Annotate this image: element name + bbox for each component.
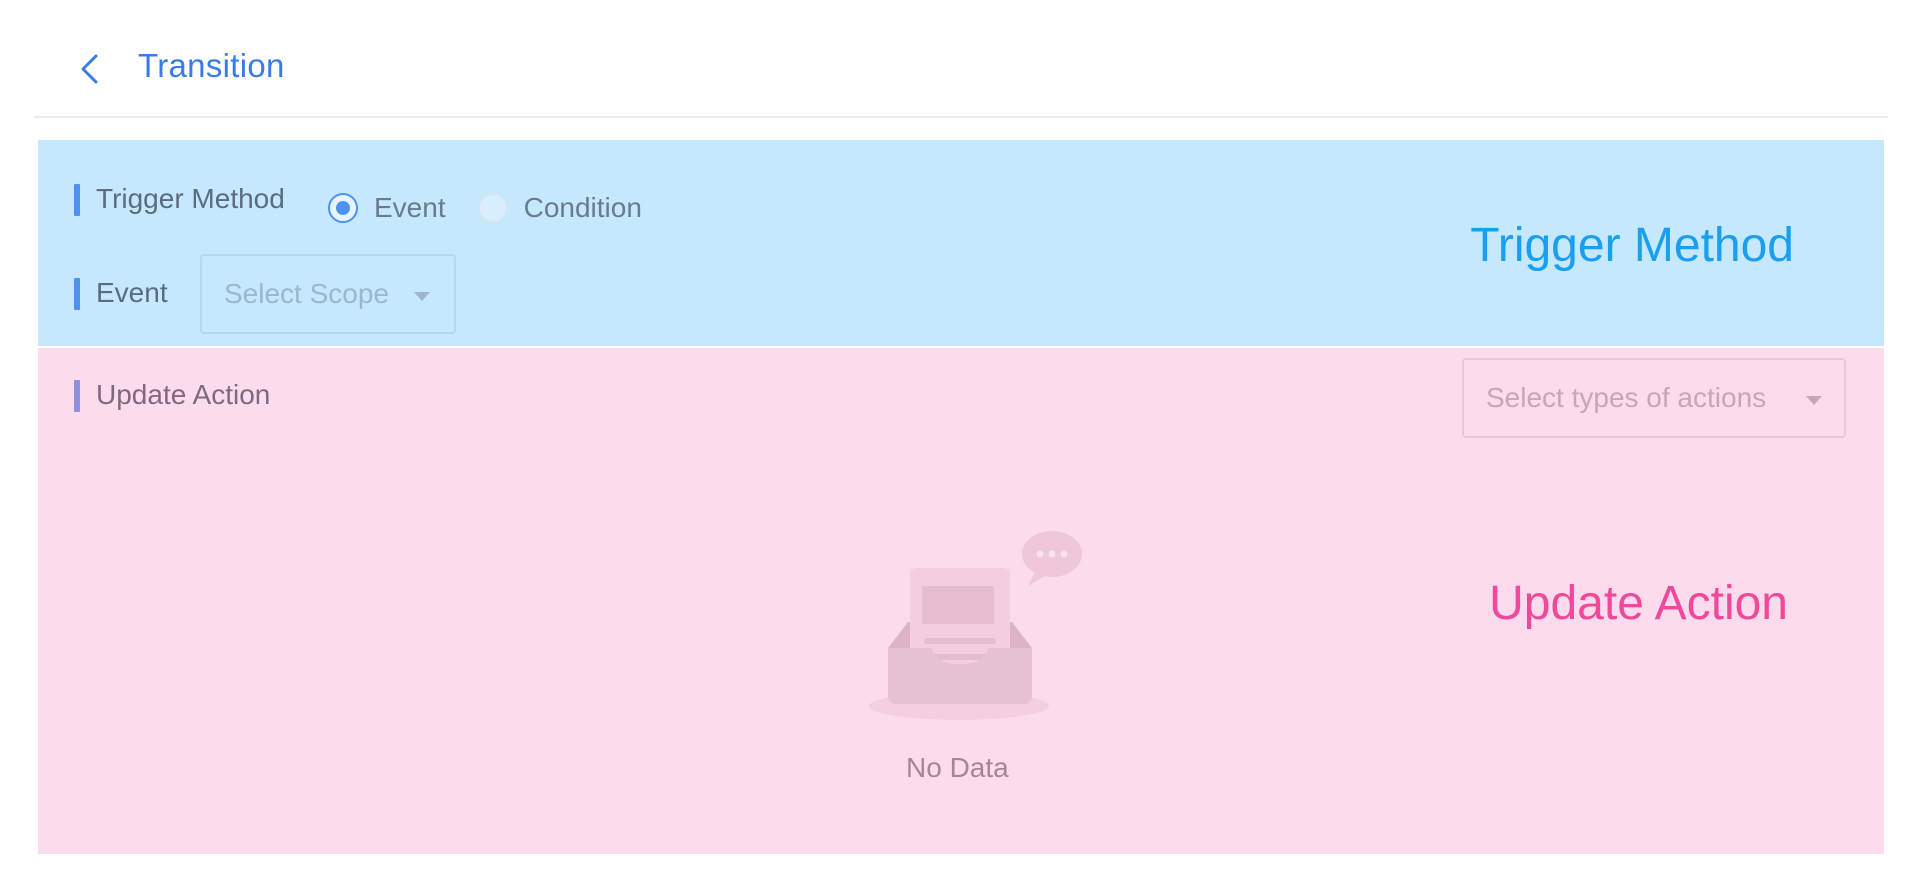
select-action-types-dropdown[interactable]: Select types of actions [1462,358,1846,438]
update-action-section: Update Action Select types of actions No… [38,348,1884,854]
select-scope-placeholder: Select Scope [224,278,389,309]
radio-event[interactable]: Event [328,192,446,224]
radio-event-circle[interactable] [328,193,358,223]
chevron-left-icon [81,54,98,84]
section-marker [74,184,80,216]
update-action-overlay-label: Update Action [1489,577,1788,630]
section-marker [74,380,80,412]
transition-page: Transition Trigger Method Event Conditio… [0,0,1922,894]
radio-condition-circle[interactable] [477,193,508,223]
page-title: Transition [138,47,285,84]
page-header: Transition [34,0,1888,118]
radio-event-label: Event [374,192,446,223]
empty-inbox-icon [868,524,1088,724]
event-label: Event [96,277,168,308]
empty-state-text: No Data [906,752,1009,783]
radio-condition[interactable]: Condition [477,192,642,224]
back-button[interactable] [76,48,104,90]
trigger-section: Trigger Method Event Condition Event Sel… [38,140,1884,346]
trigger-method-label: Trigger Method [96,183,285,214]
trigger-method-overlay-label: Trigger Method [1470,219,1794,272]
select-action-types-placeholder: Select types of actions [1486,382,1767,413]
caret-down-icon [414,292,430,301]
select-scope-dropdown[interactable]: Select Scope [200,254,456,334]
caret-down-icon [1806,396,1822,405]
section-marker [74,278,80,310]
radio-condition-label: Condition [523,192,642,223]
update-action-label: Update Action [96,379,271,410]
trigger-method-radio-group: Event Condition [328,188,674,228]
